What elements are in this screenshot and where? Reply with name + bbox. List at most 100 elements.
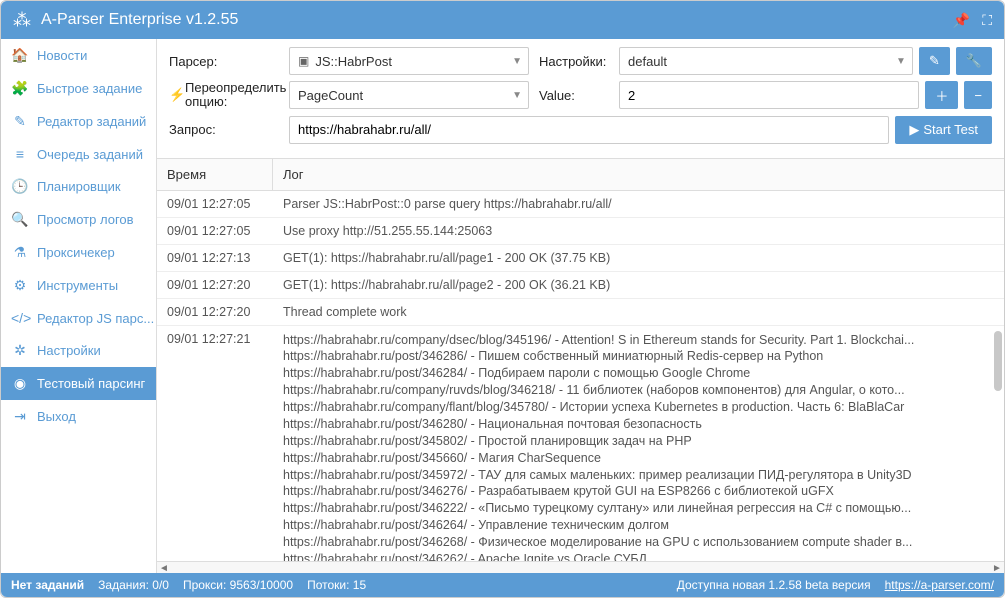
search-icon: 🔍 xyxy=(11,211,29,228)
status-proxy: Прокси: 9563/10000 xyxy=(183,578,293,592)
expand-icon[interactable]: ⛶ xyxy=(982,12,992,29)
log-line: https://habrahabr.ru/post/345660/ - Маги… xyxy=(283,450,994,467)
col-time-header[interactable]: Время xyxy=(157,159,273,190)
log-line: https://habrahabr.ru/post/346268/ - Физи… xyxy=(283,534,994,551)
log-line: https://habrahabr.ru/company/ruvds/blog/… xyxy=(283,382,994,399)
sidebar-item-label: Планировщик xyxy=(37,179,121,194)
value-input[interactable] xyxy=(619,81,919,109)
wrench-icon: 🔧 xyxy=(966,53,982,69)
sidebar-item-label: Выход xyxy=(37,409,76,424)
sidebar-item-tools[interactable]: ⚙ Инструменты xyxy=(1,269,156,302)
parser-value: JS::HabrPost xyxy=(315,54,392,69)
status-no-tasks: Нет заданий xyxy=(11,578,84,592)
cog-icon: ✲ xyxy=(11,342,29,359)
value-label: Value: xyxy=(529,88,619,103)
status-update: Доступна новая 1.2.58 beta версия xyxy=(677,578,871,592)
form-panel: Парсер: ▣JS::HabrPost▼ Настройки: defaul… xyxy=(157,39,1004,158)
scroll-left-icon[interactable]: ◄ xyxy=(157,562,171,573)
sidebar-item-quick-task[interactable]: 🧩Быстрое задание xyxy=(1,72,156,105)
scroll-right-icon[interactable]: ► xyxy=(990,562,1004,573)
cell-time: 09/01 12:27:05 xyxy=(157,191,273,217)
sidebar-item-label: Быстрое задание xyxy=(37,81,142,96)
edit-icon: ✎ xyxy=(11,113,29,130)
parser-select[interactable]: ▣JS::HabrPost▼ xyxy=(289,47,529,75)
log-line: https://habrahabr.ru/post/346286/ - Пише… xyxy=(283,348,994,365)
cell-time: 09/01 12:27:13 xyxy=(157,245,273,271)
exit-icon: ⇥ xyxy=(11,408,29,425)
sidebar-item-label: Инструменты xyxy=(37,278,118,293)
settings-value: default xyxy=(628,54,667,69)
sidebar-item-exit[interactable]: ⇥ Выход xyxy=(1,400,156,433)
grid-header: Время Лог xyxy=(157,158,1004,191)
app-header: ⁂ A-Parser Enterprise v1.2.55 📌 ⛶ xyxy=(1,1,1004,39)
table-row[interactable]: 09/01 12:27:20GET(1): https://habrahabr.… xyxy=(157,272,1004,299)
cell-time: 09/01 12:27:20 xyxy=(157,272,273,298)
sidebar-item-settings[interactable]: ✲ Настройки xyxy=(1,334,156,367)
override-select[interactable]: PageCount ▼ xyxy=(289,81,529,109)
plus-icon: ＋ xyxy=(935,86,948,105)
sidebar-item-logs[interactable]: 🔍Просмотр логов xyxy=(1,203,156,236)
start-test-button[interactable]: ▶Start Test xyxy=(895,116,992,144)
chevron-down-icon: ▼ xyxy=(512,90,522,101)
cell-log: GET(1): https://habrahabr.ru/all/page1 -… xyxy=(273,245,1004,271)
minus-icon: − xyxy=(974,88,982,103)
code-icon: </> xyxy=(11,310,29,326)
app-logo-icon: ⁂ xyxy=(13,10,31,31)
table-row[interactable]: 09/01 12:27:05Use proxy http://51.255.55… xyxy=(157,218,1004,245)
status-tasks: Задания: 0/0 xyxy=(98,578,169,592)
sidebar-item-proxychecker[interactable]: ⚗Проксичекер xyxy=(1,236,156,269)
status-link[interactable]: https://a-parser.com/ xyxy=(885,578,994,592)
settings-select[interactable]: default▼ xyxy=(619,47,913,75)
scrollbar-thumb[interactable] xyxy=(994,331,1002,391)
horizontal-scrollbar[interactable]: ◄ ► xyxy=(157,561,1004,573)
lightning-icon: ⚡ xyxy=(169,87,185,103)
log-line: https://habrahabr.ru/post/346276/ - Разр… xyxy=(283,483,994,500)
table-row[interactable]: 09/01 12:27:21 https://habrahabr.ru/comp… xyxy=(157,326,1004,561)
log-line: https://habrahabr.ru/post/345802/ - Прос… xyxy=(283,433,994,450)
pin-icon[interactable]: 📌 xyxy=(953,12,970,29)
sidebar-item-news[interactable]: 🏠Новости xyxy=(1,39,156,72)
cell-log: Parser JS::HabrPost::0 parse query https… xyxy=(273,191,1004,217)
sidebar-item-test-parsing[interactable]: ◉Тестовый парсинг xyxy=(1,367,156,400)
sidebar-item-js-editor[interactable]: </> Редактор JS парс... xyxy=(1,302,156,334)
parser-label: Парсер: xyxy=(169,54,289,69)
sidebar-item-label: Настройки xyxy=(37,343,101,358)
target-icon: ◉ xyxy=(11,375,29,392)
home-icon: 🏠 xyxy=(11,47,29,64)
remove-option-button[interactable]: − xyxy=(964,81,992,109)
table-row[interactable]: 09/01 12:27:13GET(1): https://habrahabr.… xyxy=(157,245,1004,272)
log-line: https://habrahabr.ru/company/dsec/blog/3… xyxy=(283,332,994,349)
cell-time: 09/01 12:27:05 xyxy=(157,218,273,244)
chevron-down-icon: ▼ xyxy=(512,56,522,67)
override-value: PageCount xyxy=(298,88,363,103)
sidebar-item-task-editor[interactable]: ✎ Редактор заданий xyxy=(1,105,156,138)
log-line: https://habrahabr.ru/post/346264/ - Упра… xyxy=(283,517,994,534)
play-icon: ▶ xyxy=(909,122,919,138)
sidebar-item-scheduler[interactable]: 🕒Планировщик xyxy=(1,170,156,203)
status-threads: Потоки: 15 xyxy=(307,578,366,592)
log-line: https://habrahabr.ru/post/345972/ - ТАУ … xyxy=(283,467,994,484)
vertical-scrollbar[interactable] xyxy=(992,191,1002,561)
table-row[interactable]: 09/01 12:27:05Parser JS::HabrPost::0 par… xyxy=(157,191,1004,218)
table-row[interactable]: 09/01 12:27:20Thread complete work xyxy=(157,299,1004,326)
cell-log: GET(1): https://habrahabr.ru/all/page2 -… xyxy=(273,272,1004,298)
sidebar: 🏠Новости 🧩Быстрое задание ✎ Редактор зада… xyxy=(1,39,157,573)
query-input[interactable] xyxy=(289,116,889,144)
cell-time: 09/01 12:27:21 xyxy=(157,326,273,561)
log-line: https://habrahabr.ru/company/flant/blog/… xyxy=(283,399,994,416)
grid-body: 09/01 12:27:05Parser JS::HabrPost::0 par… xyxy=(157,191,1004,561)
edit-settings-button[interactable]: ✎ xyxy=(919,47,950,75)
sidebar-item-label: Редактор заданий xyxy=(37,114,146,129)
gear-icon: ⚙ xyxy=(11,277,29,294)
cell-log: Thread complete work xyxy=(273,299,1004,325)
override-label: Переопределить опцию: xyxy=(185,81,289,110)
network-icon: ⚗ xyxy=(11,244,29,261)
wrench-button[interactable]: 🔧 xyxy=(956,47,992,75)
col-log-header[interactable]: Лог xyxy=(273,159,1004,190)
pencil-icon: ✎ xyxy=(929,53,940,69)
add-option-button[interactable]: ＋ xyxy=(925,81,958,109)
sidebar-item-label: Редактор JS парс... xyxy=(37,311,154,326)
sidebar-item-queue[interactable]: ≡Очередь заданий xyxy=(1,138,156,170)
log-line: https://habrahabr.ru/post/346222/ - «Пис… xyxy=(283,500,994,517)
cell-time: 09/01 12:27:20 xyxy=(157,299,273,325)
